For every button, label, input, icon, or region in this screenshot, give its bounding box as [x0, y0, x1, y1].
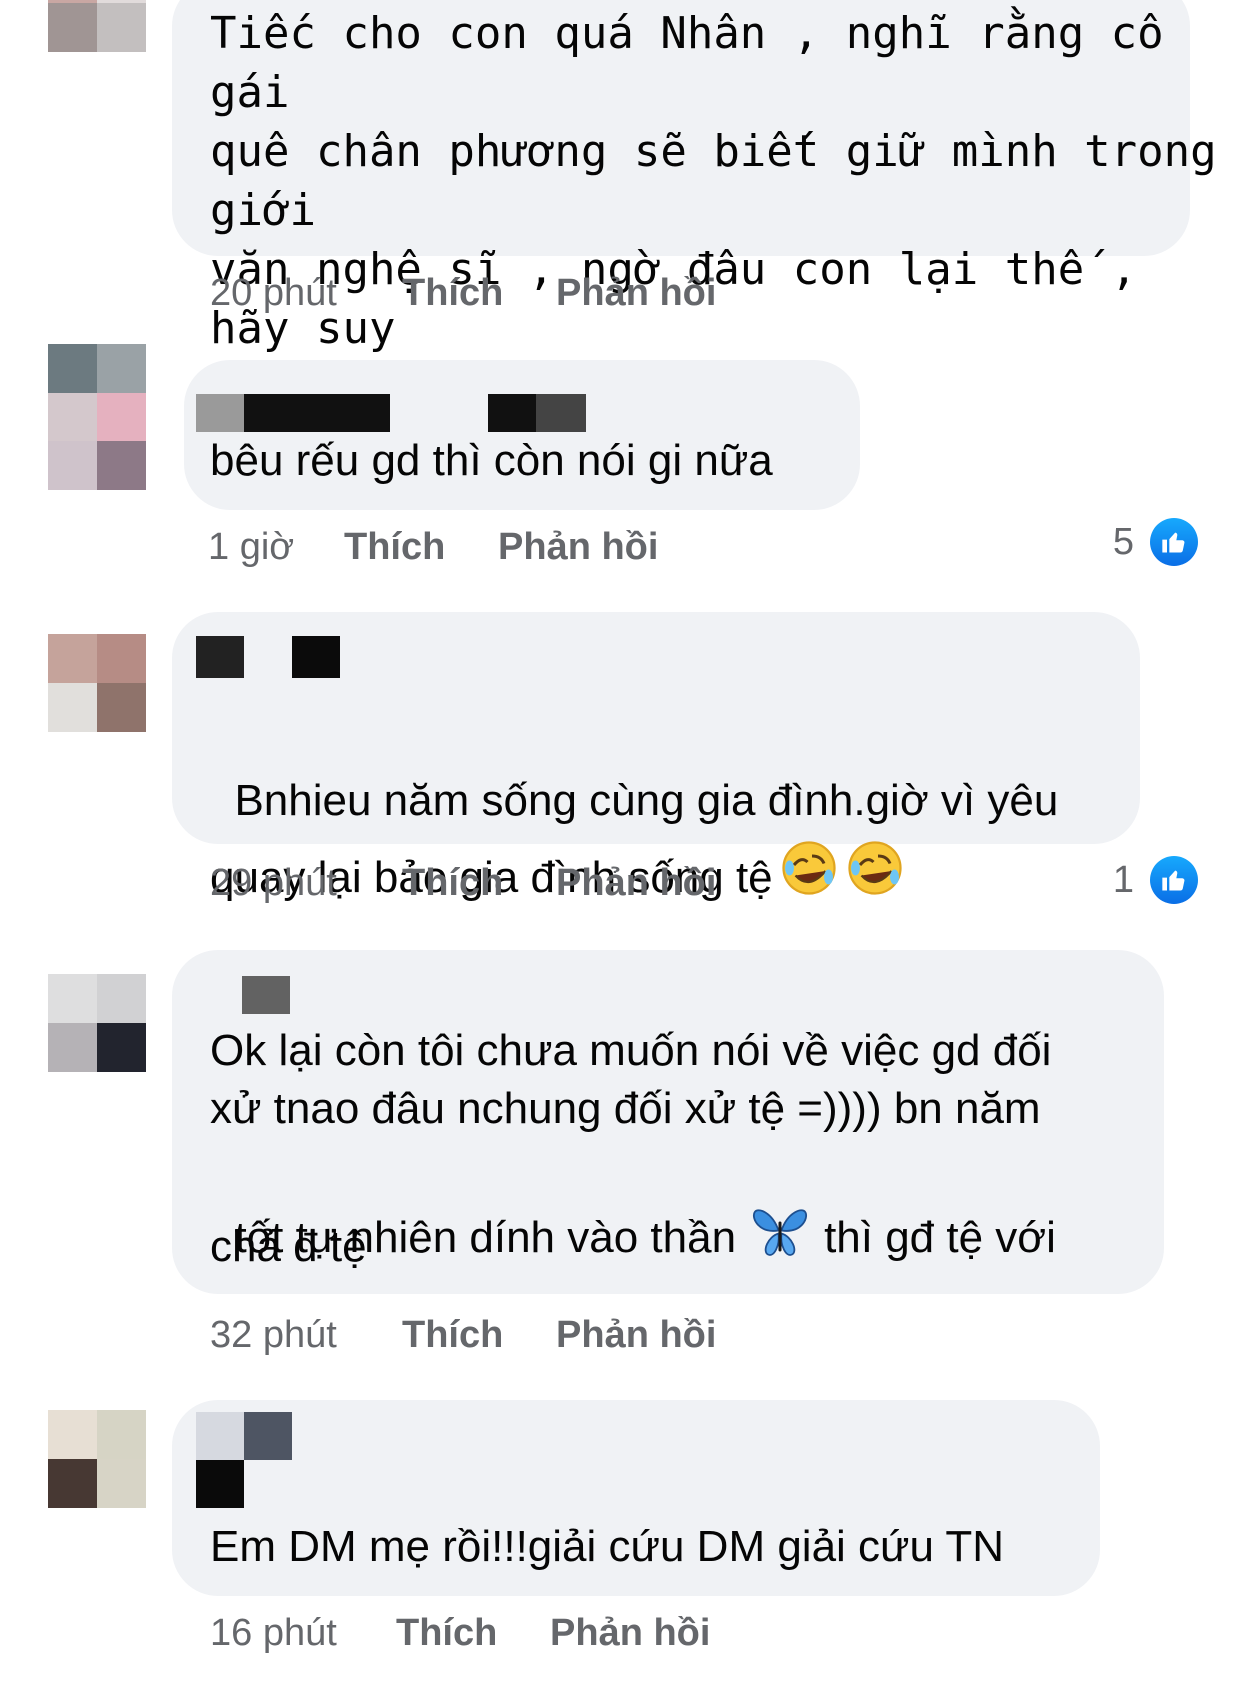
reply-button[interactable]: Phản hồi	[556, 272, 716, 315]
thumbs-up-icon	[1150, 856, 1198, 904]
reaction-summary[interactable]: 5	[1113, 518, 1198, 566]
comment-text-line: chả đ tệ	[210, 1222, 367, 1271]
reply-button[interactable]: Phản hồi	[498, 526, 658, 569]
comment-text: Tiếc cho con quá Nhân , nghĩ rằng cô gái…	[210, 8, 1217, 413]
comment-text: Em DM mẹ rồi!!!giải cứu DM giải cứu TN	[210, 1522, 1005, 1571]
like-button[interactable]: Thích	[344, 526, 445, 569]
comment-time: 16 phút	[210, 1612, 337, 1654]
avatar[interactable]	[48, 634, 146, 732]
butterfly-emoji	[750, 1206, 810, 1269]
reaction-count: 5	[1112, 520, 1134, 563]
redacted-name	[488, 394, 586, 432]
like-button[interactable]: Thích	[402, 1314, 503, 1357]
redacted-name	[196, 1460, 244, 1508]
redacted-name	[196, 636, 244, 678]
redacted-name	[292, 636, 340, 678]
redacted-name	[196, 394, 390, 432]
reply-button[interactable]: Phản hồi	[556, 1314, 716, 1357]
reaction-count: 1	[1112, 858, 1134, 901]
avatar[interactable]	[48, 0, 146, 52]
rolling-on-floor-laughing-emoji	[845, 838, 905, 921]
comment-text-line: Ok lại còn tôi chưa muốn nói về việc gd …	[210, 1026, 1052, 1075]
thumbs-up-icon	[1150, 518, 1198, 566]
redacted-name	[196, 1412, 292, 1460]
comment-time: 20 phút	[210, 272, 337, 314]
redacted-name	[242, 976, 290, 1014]
like-button[interactable]: Thích	[402, 272, 503, 315]
comment-time: 32 phút	[210, 1314, 337, 1356]
comment-time: 1 giờ	[208, 526, 295, 568]
avatar[interactable]	[48, 344, 146, 490]
avatar[interactable]	[48, 974, 146, 1072]
rolling-on-floor-laughing-emoji	[779, 838, 839, 921]
avatar[interactable]	[48, 1410, 146, 1508]
comment-text-content: thì gđ tệ với	[824, 1213, 1056, 1262]
reaction-summary[interactable]: 1	[1113, 856, 1198, 904]
comment-bubble	[184, 360, 860, 510]
comment-time: 29 phút	[210, 862, 337, 904]
comment-text-line: xử tnao đâu nchung đối xử tệ =)))) bn nă…	[210, 1084, 1041, 1133]
comment-text: bêu rếu gd thì còn nói gi nữa	[210, 436, 773, 485]
like-button[interactable]: Thích	[396, 1612, 497, 1655]
reply-button[interactable]: Phản hồi	[556, 862, 716, 905]
reply-button[interactable]: Phản hồi	[550, 1612, 710, 1655]
like-button[interactable]: Thích	[402, 862, 503, 905]
